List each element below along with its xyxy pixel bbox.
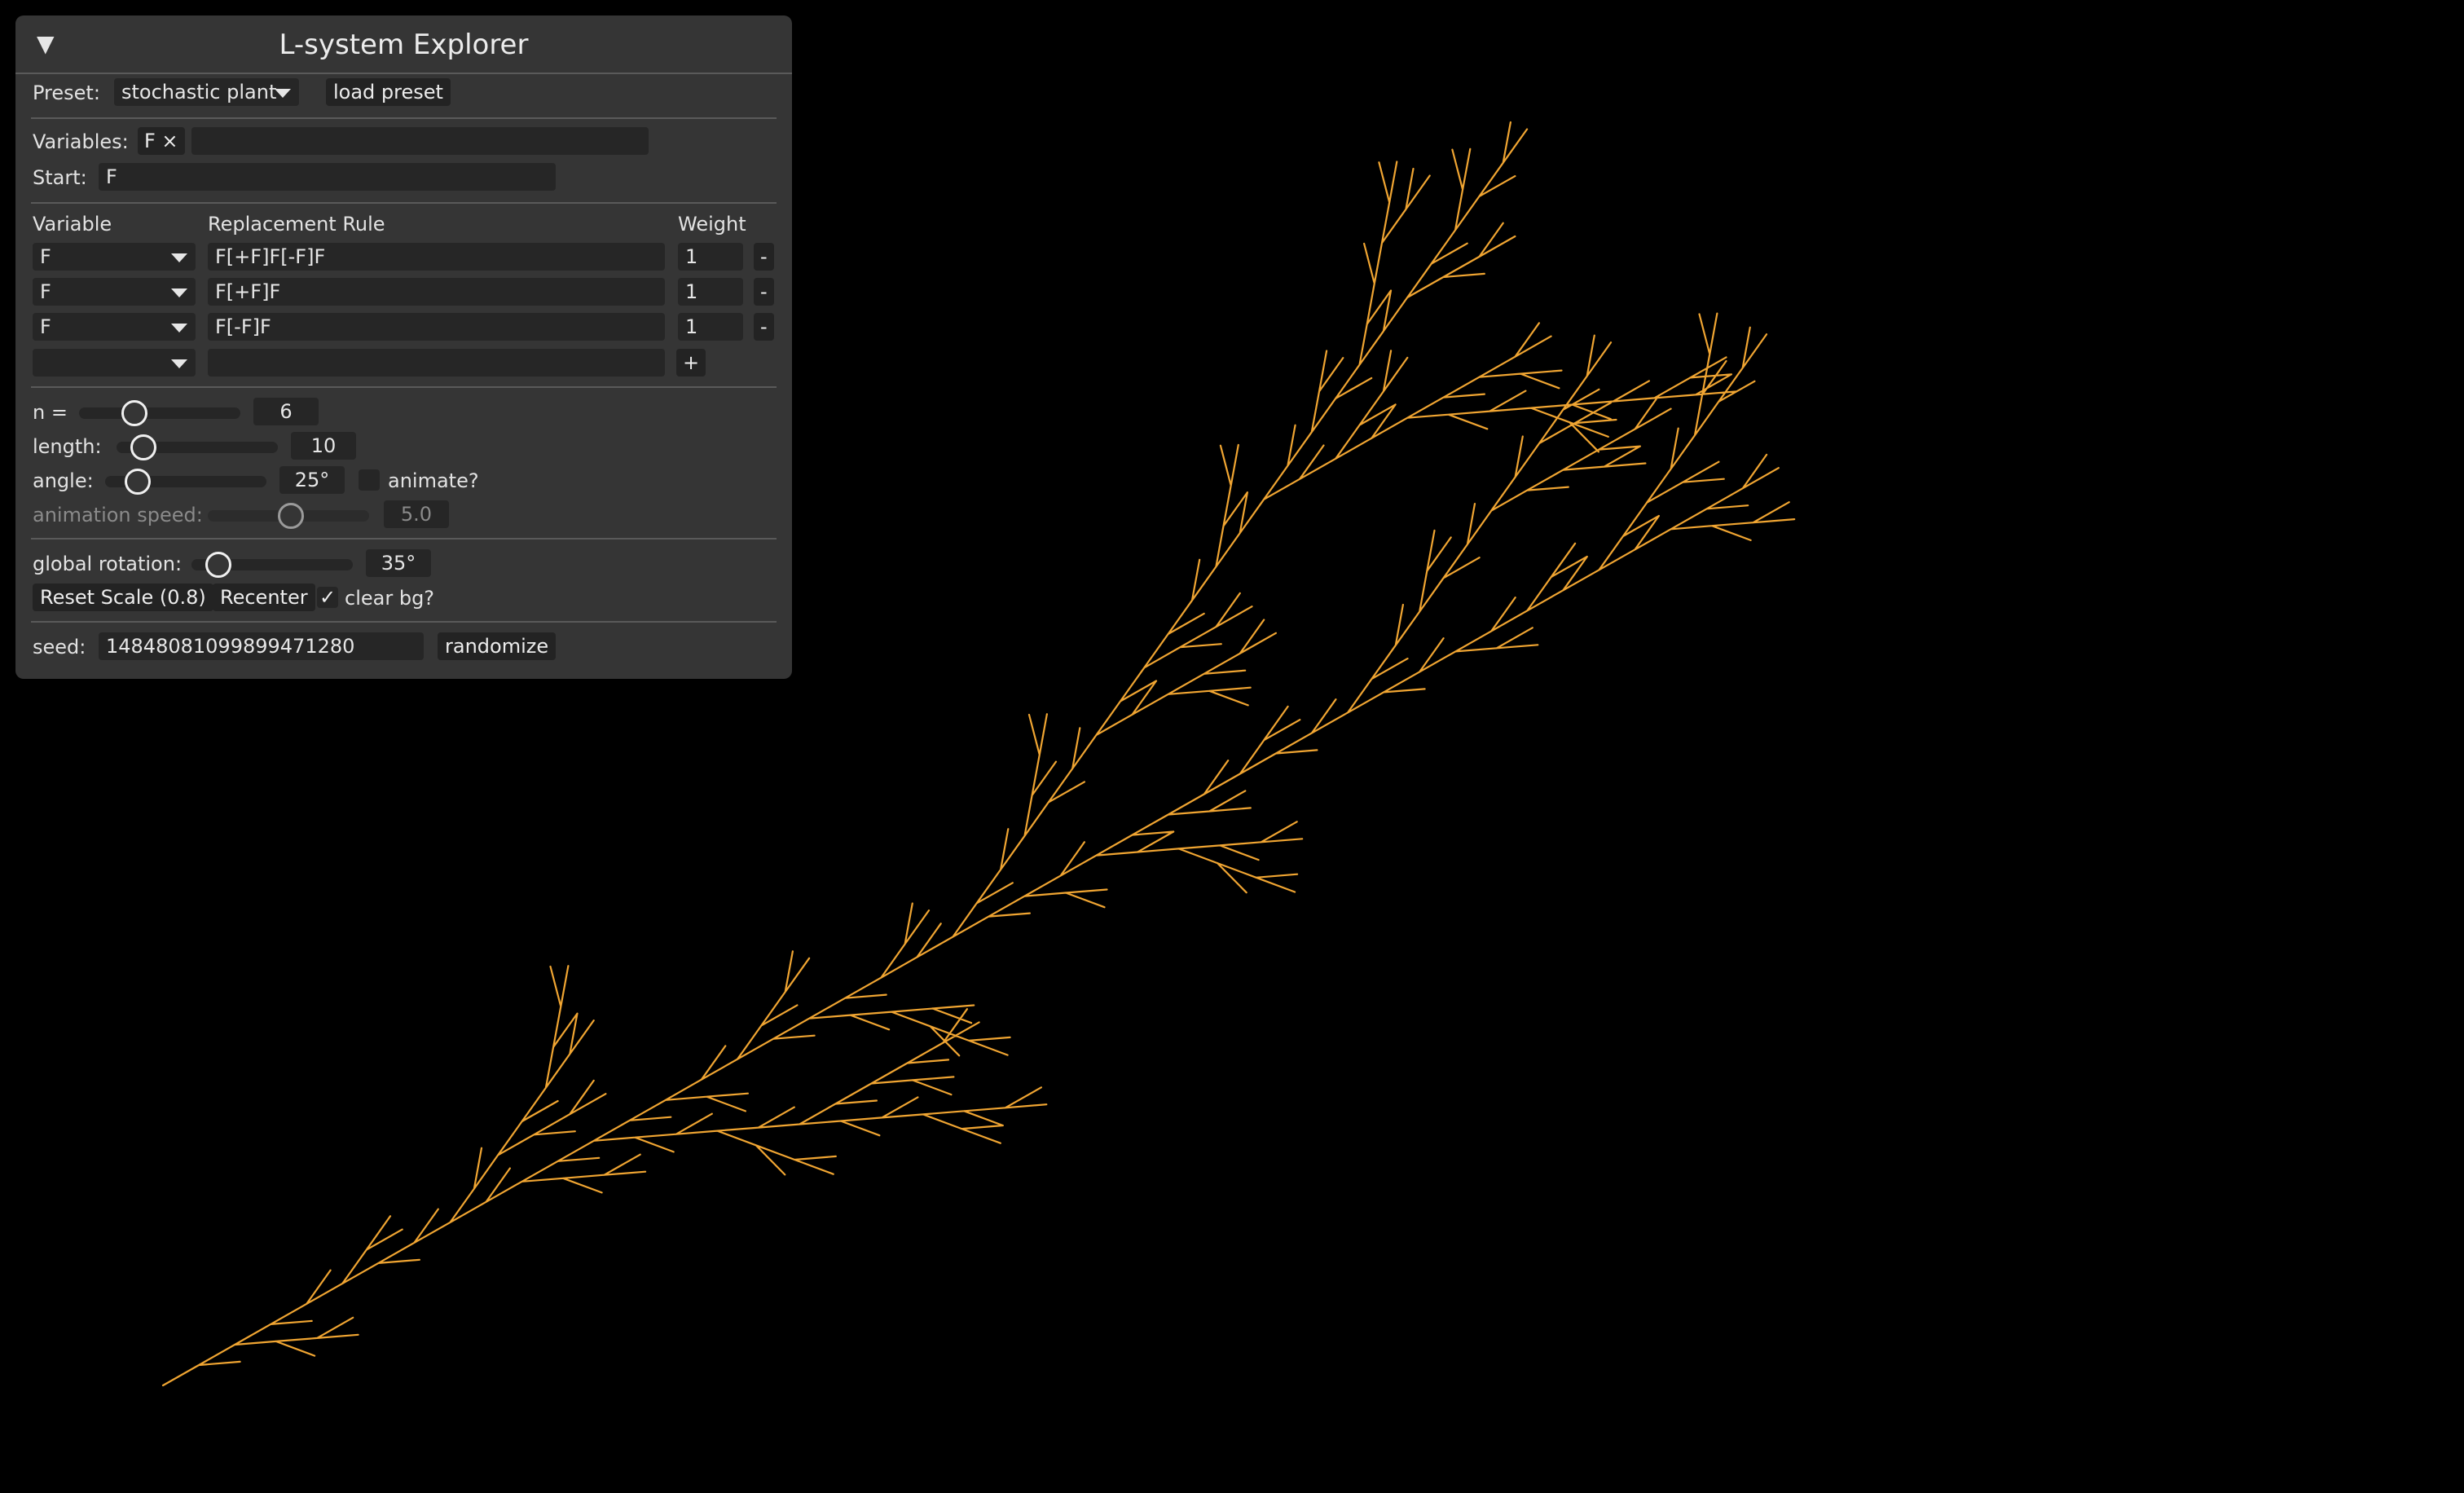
add-rule-button[interactable]: +: [676, 349, 706, 377]
variable-chip-f[interactable]: F ×: [138, 127, 185, 155]
n-slider-handle[interactable]: [121, 400, 147, 426]
angle-slider-handle[interactable]: [125, 469, 152, 495]
divider: [31, 117, 777, 119]
remove-rule-button[interactable]: -: [754, 313, 774, 341]
n-value[interactable]: 6: [253, 398, 319, 425]
n-label: n =: [33, 401, 68, 424]
new-rule-variable-select[interactable]: [33, 349, 196, 377]
clear-bg-checkbox[interactable]: ✓: [317, 587, 338, 608]
global-rotation-value[interactable]: 35°: [366, 549, 431, 577]
rules-col-variable: Variable: [33, 213, 112, 236]
recenter-button[interactable]: Recenter: [213, 584, 315, 611]
chevron-down-icon: [171, 288, 187, 297]
seed-input[interactable]: 14848081099899471280: [99, 632, 424, 660]
rule-weight-input[interactable]: 1: [678, 278, 743, 306]
animation-speed-value[interactable]: 5.0: [384, 500, 449, 528]
randomize-button[interactable]: randomize: [438, 632, 557, 660]
chevron-down-icon: [275, 89, 291, 98]
seed-label: seed:: [33, 636, 86, 658]
variables-input[interactable]: [191, 127, 649, 155]
clear-bg-label: clear bg?: [345, 587, 435, 610]
rule-variable-value: F: [40, 245, 51, 268]
animation-speed-slider-handle[interactable]: [278, 503, 304, 529]
remove-rule-button[interactable]: -: [754, 278, 774, 306]
rule-replacement-input[interactable]: F[-F]F: [208, 313, 665, 341]
preset-selected-value: stochastic plant: [121, 81, 277, 103]
rule-weight-input[interactable]: 1: [678, 243, 743, 271]
remove-rule-button[interactable]: -: [754, 243, 774, 271]
load-preset-button[interactable]: load preset: [326, 78, 451, 106]
rules-col-replacement: Replacement Rule: [208, 213, 385, 236]
start-input[interactable]: F: [99, 163, 556, 191]
variables-label: Variables:: [33, 130, 129, 153]
length-slider-handle[interactable]: [130, 434, 157, 460]
length-slider[interactable]: [117, 434, 278, 460]
preset-label: Preset:: [33, 81, 100, 104]
panel-titlebar[interactable]: ▼ L-system Explorer: [15, 15, 792, 74]
preset-select[interactable]: stochastic plant: [114, 78, 299, 106]
panel-title: L-system Explorer: [279, 29, 529, 61]
divider: [31, 202, 777, 204]
divider: [31, 538, 777, 540]
chevron-down-icon: [171, 253, 187, 262]
global-rotation-label: global rotation:: [33, 553, 183, 575]
global-rotation-slider[interactable]: [191, 552, 353, 578]
rule-variable-select[interactable]: F: [33, 313, 196, 341]
animation-speed-slider[interactable]: [208, 503, 369, 529]
n-slider[interactable]: [79, 400, 240, 426]
length-label: length:: [33, 435, 102, 458]
chevron-down-icon: [171, 324, 187, 333]
rule-variable-select[interactable]: F: [33, 243, 196, 271]
divider: [31, 386, 777, 388]
global-rotation-slider-handle[interactable]: [205, 552, 232, 578]
rule-replacement-input[interactable]: F[+F]F[-F]F: [208, 243, 665, 271]
angle-slider[interactable]: [105, 469, 266, 495]
animate-label: animate?: [388, 469, 479, 492]
lsystem-explorer-panel: ▼ L-system Explorer Preset: stochastic p…: [15, 15, 792, 679]
rule-variable-value: F: [40, 280, 51, 303]
length-value[interactable]: 10: [291, 432, 356, 460]
rule-variable-select[interactable]: F: [33, 278, 196, 306]
angle-label: angle:: [33, 469, 94, 492]
rule-weight-input[interactable]: 1: [678, 313, 743, 341]
rule-replacement-input[interactable]: F[+F]F: [208, 278, 665, 306]
rule-variable-value: F: [40, 315, 51, 338]
new-rule-replacement-input[interactable]: [208, 349, 665, 377]
animate-checkbox[interactable]: [359, 469, 380, 491]
reset-scale-button[interactable]: Reset Scale (0.8): [33, 584, 213, 611]
start-label: Start:: [33, 166, 87, 189]
chevron-down-icon: [171, 359, 187, 368]
animation-speed-label: animation speed:: [33, 504, 203, 526]
divider: [31, 621, 777, 623]
angle-value[interactable]: 25°: [279, 466, 345, 494]
rules-col-weight: Weight: [678, 213, 746, 236]
